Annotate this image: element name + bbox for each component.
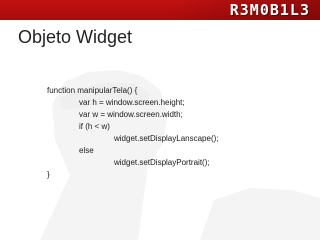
code-line: if (h < w) bbox=[79, 122, 110, 131]
code-line: widget.setDisplayLanscape(); bbox=[114, 134, 219, 143]
code-line: function manipularTela() { bbox=[47, 86, 138, 95]
code-line: else bbox=[79, 146, 94, 155]
code-line: } bbox=[47, 170, 50, 179]
code-block: function manipularTela() { var h = windo… bbox=[47, 85, 307, 181]
code-line: var w = window.screen.width; bbox=[79, 110, 183, 119]
slide-title: Objeto Widget bbox=[18, 27, 133, 47]
code-line: var h = window.screen.height; bbox=[79, 98, 185, 107]
header-bar: R3M0B1L3 bbox=[0, 0, 320, 20]
logo: R3M0B1L3 bbox=[229, 1, 310, 19]
code-line: widget.setDisplayPortrait(); bbox=[114, 158, 210, 167]
